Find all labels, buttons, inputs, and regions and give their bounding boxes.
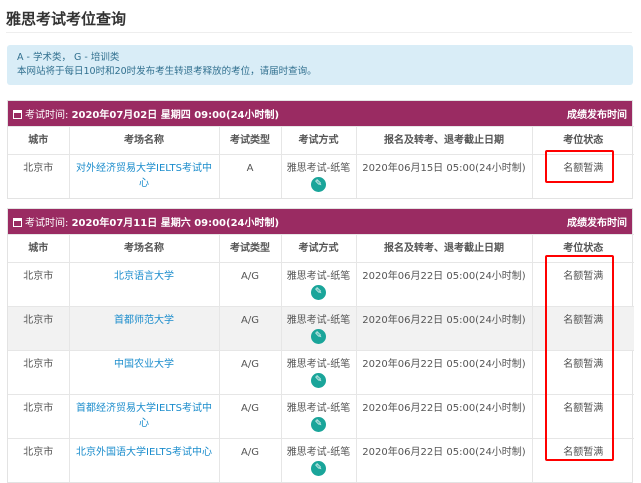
venue-link[interactable]: 中国农业大学 — [114, 359, 174, 370]
exam-type: A/G — [219, 394, 282, 439]
result-release-link[interactable]: 成绩发布时间 — [567, 106, 627, 121]
exam-type: A/G — [219, 306, 282, 351]
highlight-box — [545, 255, 614, 461]
city: 北京市 — [8, 154, 70, 198]
deadline: 2020年06月22日 05:00(24小时制) — [356, 350, 533, 395]
session-panel-2: 考试时间: 2020年07月11日 星期六 09:00(24小时制) 成绩发布时间… — [7, 208, 634, 483]
city: 北京市 — [8, 350, 70, 395]
column-header: 考场名称 — [69, 234, 220, 263]
calendar-icon — [13, 218, 22, 227]
exam-type: A/G — [219, 262, 282, 307]
info-alert: A - 学术类， G - 培训类 本网站将于每日10时和20时发布考生转退考释放… — [7, 45, 633, 85]
exam-mode: 雅思考试-纸笔 — [286, 315, 351, 326]
deadline: 2020年06月22日 05:00(24小时制) — [356, 306, 533, 351]
exam-mode: 雅思考试-纸笔 — [286, 403, 351, 414]
venue-table: 城市 考场名称 考试类型 考试方式 报名及转考、退考截止日期 考位状态 北京市 对外经济贸… — [8, 126, 634, 198]
pencil-icon[interactable]: ✎ — [311, 285, 326, 300]
session-header: 考试时间: 2020年07月11日 星期六 09:00(24小时制) 成绩发布时间 — [8, 209, 632, 234]
pencil-icon[interactable]: ✎ — [311, 417, 326, 432]
pencil-icon[interactable]: ✎ — [311, 373, 326, 388]
exam-mode: 雅思考试-纸笔 — [286, 447, 351, 458]
calendar-icon — [13, 110, 22, 119]
exam-mode: 雅思考试-纸笔 — [286, 163, 351, 174]
venue-link[interactable]: 对外经济贸易大学IELTS考试中心 — [76, 163, 212, 189]
column-header: 考场名称 — [69, 126, 220, 155]
venue-link[interactable]: 首都经济贸易大学IELTS考试中心 — [76, 403, 212, 429]
column-header: 城市 — [8, 234, 70, 263]
exam-time-label: 考试时间: — [25, 218, 69, 229]
result-release-link[interactable]: 成绩发布时间 — [567, 214, 627, 229]
info-line-1: A - 学术类， G - 培训类 — [17, 52, 120, 63]
city: 北京市 — [8, 262, 70, 307]
deadline: 2020年06月22日 05:00(24小时制) — [356, 394, 533, 439]
table-row: 北京市 中国农业大学 A/G 雅思考试-纸笔 ✎ 2020年06月22日 05:0… — [8, 350, 634, 395]
city: 北京市 — [8, 306, 70, 351]
venue-link[interactable]: 首都师范大学 — [114, 315, 174, 326]
exam-type: A/G — [219, 438, 282, 482]
table-row: 北京市 首都经济贸易大学IELTS考试中心 A/G 雅思考试-纸笔 ✎ 2020年… — [8, 394, 634, 439]
column-header: 考试方式 — [281, 234, 357, 263]
page-title: 雅思考试考位查询 — [6, 10, 127, 28]
deadline: 2020年06月22日 05:00(24小时制) — [356, 262, 533, 307]
venue-link[interactable]: 北京语言大学 — [114, 271, 174, 282]
column-header: 考试方式 — [281, 126, 357, 155]
column-header: 城市 — [8, 126, 70, 155]
column-header: 考试类型 — [219, 126, 282, 155]
session-panel-1: 考试时间: 2020年07月02日 星期四 09:00(24小时制) 成绩发布时间… — [7, 100, 634, 199]
info-line-2: 本网站将于每日10时和20时发布考生转退考释放的考位，请届时查询。 — [17, 66, 317, 77]
session-header: 考试时间: 2020年07月02日 星期四 09:00(24小时制) 成绩发布时间 — [8, 101, 632, 126]
column-header: 报名及转考、退考截止日期 — [356, 234, 533, 263]
exam-type: A/G — [219, 350, 282, 395]
pencil-icon[interactable]: ✎ — [311, 461, 326, 476]
pencil-icon[interactable]: ✎ — [311, 177, 326, 192]
venue-table: 城市 考场名称 考试类型 考试方式 报名及转考、退考截止日期 考位状态 北京市 北京语言大… — [8, 234, 634, 482]
exam-date: 2020年07月02日 星期四 09:00(24小时制) — [71, 110, 280, 121]
table-row: 北京市 北京语言大学 A/G 雅思考试-纸笔 ✎ 2020年06月22日 05:0… — [8, 262, 634, 307]
table-row: 北京市 首都师范大学 A/G 雅思考试-纸笔 ✎ 2020年06月22日 05:0… — [8, 306, 634, 351]
exam-time-label: 考试时间: — [25, 110, 69, 121]
city: 北京市 — [8, 394, 70, 439]
exam-date: 2020年07月11日 星期六 09:00(24小时制) — [71, 218, 280, 229]
exam-type: A — [219, 154, 282, 198]
highlight-box — [545, 150, 614, 183]
city: 北京市 — [8, 438, 70, 482]
deadline: 2020年06月15日 05:00(24小时制) — [356, 154, 533, 198]
venue-link[interactable]: 北京外国语大学IELTS考试中心 — [76, 447, 212, 458]
divider — [6, 32, 632, 33]
table-row: 北京市 北京外国语大学IELTS考试中心 A/G 雅思考试-纸笔 ✎ 2020年0… — [8, 438, 634, 482]
exam-mode: 雅思考试-纸笔 — [286, 271, 351, 282]
deadline: 2020年06月22日 05:00(24小时制) — [356, 438, 533, 482]
column-header: 报名及转考、退考截止日期 — [356, 126, 533, 155]
exam-mode: 雅思考试-纸笔 — [286, 359, 351, 370]
column-header: 考试类型 — [219, 234, 282, 263]
pencil-icon[interactable]: ✎ — [311, 329, 326, 344]
table-row: 北京市 对外经济贸易大学IELTS考试中心 A 雅思考试-纸笔 ✎ 2020年06… — [8, 154, 634, 198]
